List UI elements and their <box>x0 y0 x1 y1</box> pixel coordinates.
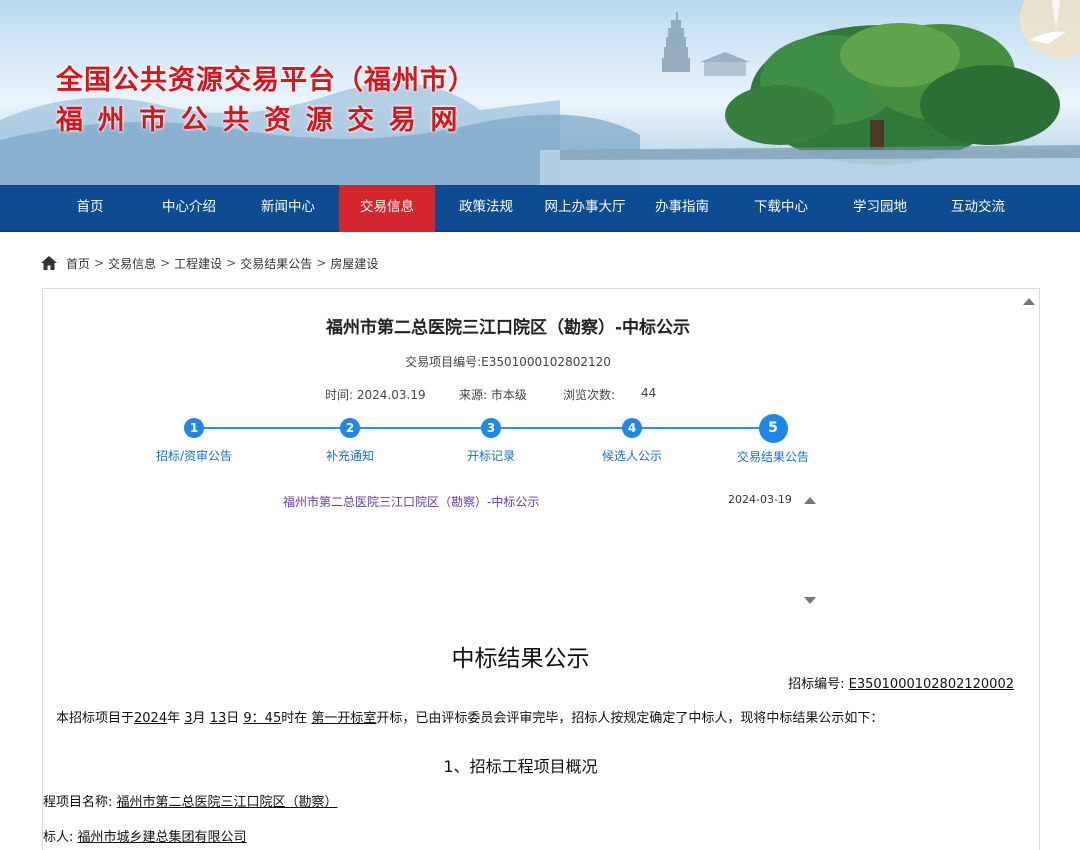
intro-text: 开标，已由评标委员会评审完毕，招标人按规定确定了中标人，现将中标结果公示如下： <box>376 711 884 726</box>
intro-year: 2024 <box>134 711 168 726</box>
related-scrollbar[interactable] <box>801 485 819 620</box>
source-label: 来源: <box>459 388 488 402</box>
tenderer-value: 福州市城乡建总集团有限公司 <box>77 830 247 845</box>
bid-number: 招标编号: E3501000102802120002 <box>788 673 1014 692</box>
project-name-label: 程项目名称: <box>43 795 113 810</box>
related-announcement-link[interactable]: 福州市第二总医院三江口院区（勘察）-中标公示 <box>283 493 539 510</box>
intro-text: 年 <box>167 711 181 726</box>
process-steps: 1 招标/资审公告 2 补充通知 3 开标记录 4 候选人公示 5 交易结果公告 <box>143 414 843 464</box>
project-code: 交易项目编号:E3501000102802120 <box>405 355 611 369</box>
result-heading: 中标结果公示 <box>451 646 590 672</box>
step-label[interactable]: 交易结果公告 <box>718 448 828 465</box>
project-name-line: 程项目名称: 福州市第二总医院三江口院区（勘察） <box>43 791 338 810</box>
intro-text: 本招标项目于 <box>56 711 135 726</box>
bid-number-value: E3501000102802120002 <box>848 677 1014 692</box>
breadcrumb-separator: > <box>94 256 105 270</box>
breadcrumb: 首页 > 交易信息 > 工程建设 > 交易结果公告 > 房屋建设 <box>40 254 378 272</box>
section-heading: 1、招标工程项目概况 <box>443 757 598 776</box>
views-count: 44 <box>641 386 657 400</box>
step-label[interactable]: 招标/资审公告 <box>139 447 249 464</box>
step-number: 3 <box>481 418 501 438</box>
step-5[interactable]: 5 交易结果公告 <box>718 414 828 465</box>
step-4[interactable]: 4 候选人公示 <box>577 414 687 464</box>
step-label[interactable]: 候选人公示 <box>577 447 687 464</box>
project-name-value: 福州市第二总医院三江口院区（勘察） <box>116 795 338 810</box>
breadcrumb-housing[interactable]: 房屋建设 <box>330 255 378 272</box>
home-icon <box>41 256 57 270</box>
site-subtitle: 福州市公共资源交易网 <box>56 105 472 136</box>
breadcrumb-separator: > <box>160 256 171 270</box>
step-number: 5 <box>758 414 788 443</box>
step-label[interactable]: 开标记录 <box>436 447 546 464</box>
article-title: 福州市第二总医院三江口院区（勘察）-中标公示 <box>325 318 691 338</box>
nav-item-news[interactable]: 新闻中心 <box>240 185 336 232</box>
breadcrumb-trading-info[interactable]: 交易信息 <box>108 255 156 272</box>
nav-item-online-hall[interactable]: 网上办事大厅 <box>535 185 635 232</box>
publish-time: 2024.03.19 <box>356 388 426 402</box>
related-announcements: 福州市第二总医院三江口院区（勘察）-中标公示 2024-03-19 <box>279 485 824 620</box>
nav-item-downloads[interactable]: 下载中心 <box>733 185 829 232</box>
breadcrumb-results[interactable]: 交易结果公告 <box>240 255 312 272</box>
intro-text: 月 <box>192 711 206 726</box>
source-value: 市本级 <box>490 388 527 402</box>
scroll-up-arrow-icon[interactable] <box>804 497 816 504</box>
tenderer-label: 标人: <box>43 830 74 845</box>
intro-month: 3 <box>184 711 193 726</box>
nav-item-trading-info[interactable]: 交易信息 <box>339 185 435 232</box>
breadcrumb-separator: > <box>316 256 327 270</box>
step-number: 4 <box>622 418 642 438</box>
step-2[interactable]: 2 补充通知 <box>295 414 405 464</box>
content-panel: 福州市第二总医院三江口院区（勘察）-中标公示 交易项目编号:E350100010… <box>42 288 1040 850</box>
intro-text: 日 <box>226 711 240 726</box>
step-number: 1 <box>184 418 204 438</box>
panel-scroll-up-arrow-icon[interactable] <box>1023 298 1035 305</box>
bid-number-label: 招标编号: <box>788 677 845 692</box>
breadcrumb-engineering[interactable]: 工程建设 <box>174 255 222 272</box>
step-1[interactable]: 1 招标/资审公告 <box>139 414 249 464</box>
step-label[interactable]: 补充通知 <box>295 447 405 464</box>
nav-item-home[interactable]: 首页 <box>42 185 138 232</box>
main-nav: 首页 中心介绍 新闻中心 交易信息 政策法规 网上办事大厅 办事指南 下载中心 … <box>0 185 1080 232</box>
breadcrumb-home[interactable]: 首页 <box>66 255 90 272</box>
intro-day: 13 <box>209 711 227 726</box>
nav-item-learning[interactable]: 学习园地 <box>832 185 928 232</box>
intro-room: 第一开标室 <box>311 711 377 726</box>
views-label: 浏览次数: <box>563 388 616 402</box>
nav-item-about[interactable]: 中心介绍 <box>141 185 237 232</box>
site-banner: 全国公共资源交易平台（福州市） 福州市公共资源交易网 <box>0 0 1080 185</box>
related-announcement-date: 2024-03-19 <box>728 493 792 506</box>
intro-hour: 9：45 <box>243 711 282 726</box>
step-number: 2 <box>340 418 360 438</box>
nav-item-guide[interactable]: 办事指南 <box>634 185 730 232</box>
site-title: 全国公共资源交易平台（福州市） <box>56 65 476 96</box>
intro-text: 时在 <box>281 711 308 726</box>
tenderer-line: 标人: 福州市城乡建总集团有限公司 <box>43 826 247 845</box>
nav-item-policy[interactable]: 政策法规 <box>438 185 534 232</box>
nav-item-interaction[interactable]: 互动交流 <box>930 185 1026 232</box>
step-3[interactable]: 3 开标记录 <box>436 414 546 464</box>
time-label: 时间: <box>325 388 354 402</box>
intro-paragraph: 本招标项目于2024年 3月 13日 9：45时在 第一开标室开标，已由评标委员… <box>56 707 883 726</box>
breadcrumb-separator: > <box>226 256 237 270</box>
scroll-down-arrow-icon[interactable] <box>804 597 816 604</box>
